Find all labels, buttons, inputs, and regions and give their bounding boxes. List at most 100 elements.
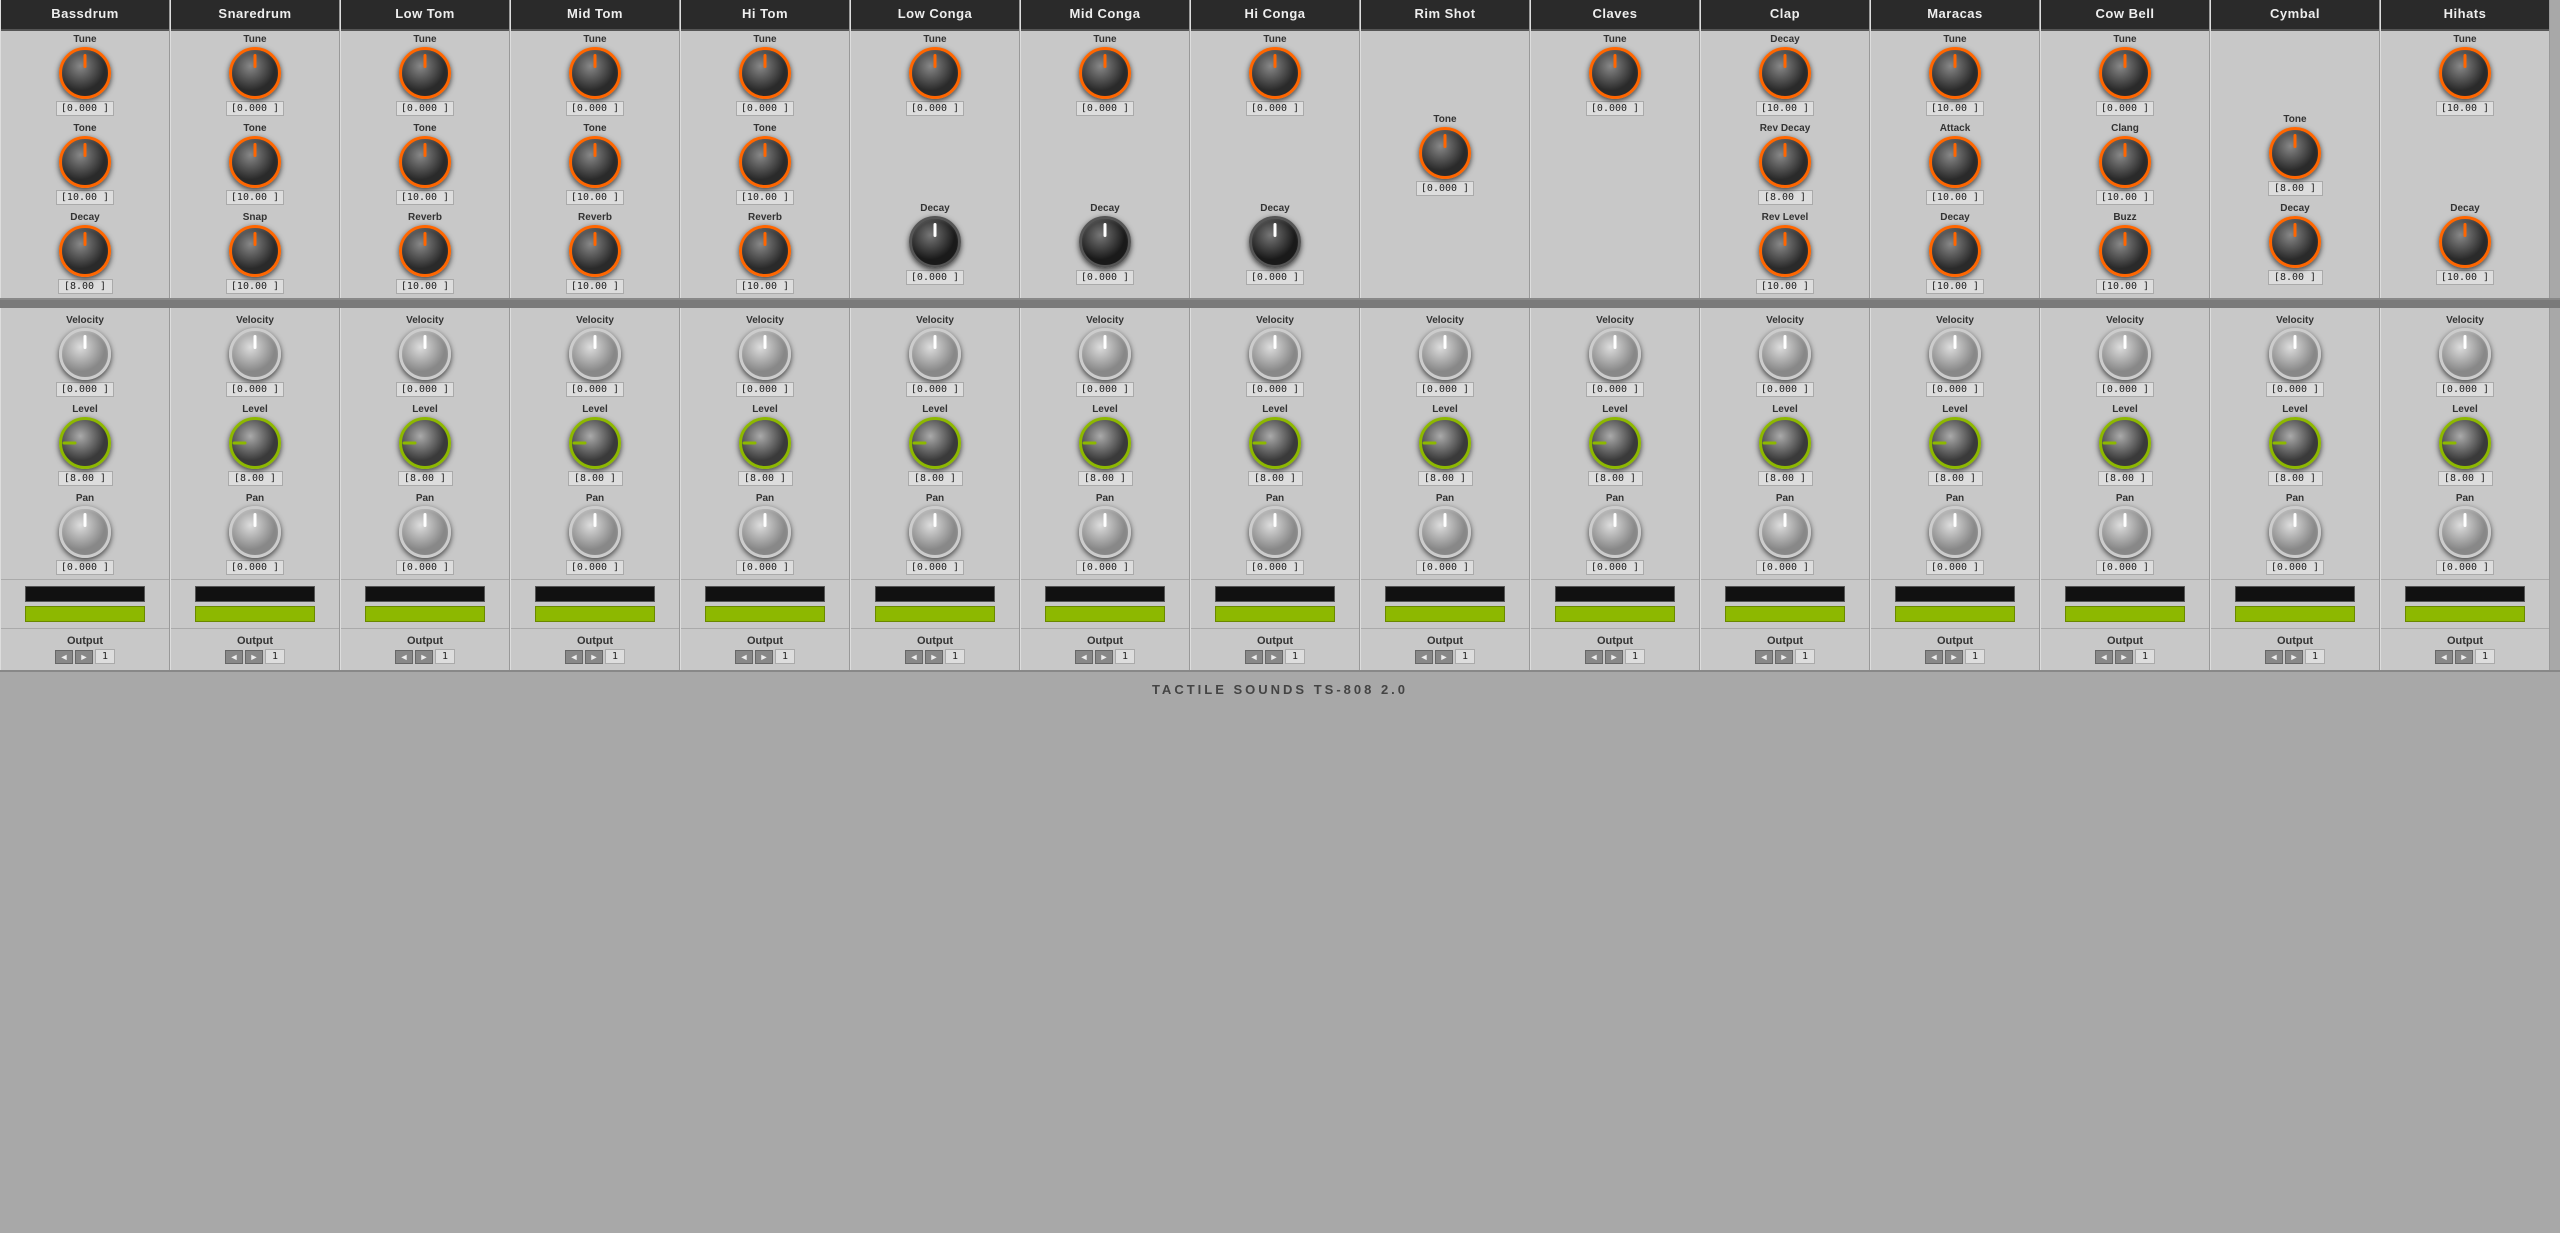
level-knob[interactable] — [229, 417, 281, 469]
output-prev-button[interactable]: ◄ — [735, 650, 753, 664]
velocity-knob[interactable] — [1589, 328, 1641, 380]
output-prev-button[interactable]: ◄ — [1585, 650, 1603, 664]
knob-tune[interactable] — [2439, 47, 2491, 99]
output-next-button[interactable]: ► — [1265, 650, 1283, 664]
output-next-button[interactable]: ► — [1095, 650, 1113, 664]
velocity-knob[interactable] — [2269, 328, 2321, 380]
knob-tune[interactable] — [229, 47, 281, 99]
velocity-knob[interactable] — [2099, 328, 2151, 380]
output-next-button[interactable]: ► — [585, 650, 603, 664]
knob-buzz[interactable] — [2099, 225, 2151, 277]
velocity-knob[interactable] — [1929, 328, 1981, 380]
velocity-knob[interactable] — [1249, 328, 1301, 380]
output-prev-button[interactable]: ◄ — [1755, 650, 1773, 664]
velocity-knob[interactable] — [739, 328, 791, 380]
knob-decay[interactable] — [1929, 225, 1981, 277]
knob-reverb[interactable] — [399, 225, 451, 277]
pan-knob[interactable] — [739, 506, 791, 558]
velocity-knob[interactable] — [1759, 328, 1811, 380]
output-next-button[interactable]: ► — [245, 650, 263, 664]
output-prev-button[interactable]: ◄ — [1075, 650, 1093, 664]
level-knob[interactable] — [399, 417, 451, 469]
pan-knob[interactable] — [1589, 506, 1641, 558]
pan-knob[interactable] — [2269, 506, 2321, 558]
output-prev-button[interactable]: ◄ — [1925, 650, 1943, 664]
level-knob[interactable] — [2439, 417, 2491, 469]
output-prev-button[interactable]: ◄ — [2435, 650, 2453, 664]
knob-tone[interactable] — [399, 136, 451, 188]
knob-tune[interactable] — [1929, 47, 1981, 99]
pan-knob[interactable] — [1079, 506, 1131, 558]
output-prev-button[interactable]: ◄ — [225, 650, 243, 664]
output-next-button[interactable]: ► — [415, 650, 433, 664]
level-knob[interactable] — [1079, 417, 1131, 469]
knob-tune[interactable] — [909, 47, 961, 99]
velocity-knob[interactable] — [909, 328, 961, 380]
velocity-knob[interactable] — [59, 328, 111, 380]
knob-decay[interactable] — [2439, 216, 2491, 268]
knob-attack[interactable] — [1929, 136, 1981, 188]
output-next-button[interactable]: ► — [925, 650, 943, 664]
output-prev-button[interactable]: ◄ — [565, 650, 583, 664]
velocity-knob[interactable] — [2439, 328, 2491, 380]
output-prev-button[interactable]: ◄ — [1245, 650, 1263, 664]
pan-knob[interactable] — [1759, 506, 1811, 558]
output-next-button[interactable]: ► — [2285, 650, 2303, 664]
knob-tone[interactable] — [569, 136, 621, 188]
velocity-knob[interactable] — [1419, 328, 1471, 380]
output-prev-button[interactable]: ◄ — [2095, 650, 2113, 664]
knob-decay[interactable] — [1759, 47, 1811, 99]
pan-knob[interactable] — [2439, 506, 2491, 558]
output-prev-button[interactable]: ◄ — [1415, 650, 1433, 664]
output-next-button[interactable]: ► — [1605, 650, 1623, 664]
level-knob[interactable] — [2099, 417, 2151, 469]
knob-tone[interactable] — [229, 136, 281, 188]
knob-tone[interactable] — [2269, 127, 2321, 179]
knob-tone[interactable] — [1419, 127, 1471, 179]
knob-tune[interactable] — [2099, 47, 2151, 99]
knob-decay[interactable] — [59, 225, 111, 277]
output-next-button[interactable]: ► — [2455, 650, 2473, 664]
level-knob[interactable] — [1759, 417, 1811, 469]
level-knob[interactable] — [2269, 417, 2321, 469]
velocity-knob[interactable] — [399, 328, 451, 380]
knob-tune[interactable] — [1079, 47, 1131, 99]
pan-knob[interactable] — [1929, 506, 1981, 558]
knob-tune[interactable] — [399, 47, 451, 99]
output-next-button[interactable]: ► — [75, 650, 93, 664]
knob-tune[interactable] — [1249, 47, 1301, 99]
velocity-knob[interactable] — [229, 328, 281, 380]
output-prev-button[interactable]: ◄ — [2265, 650, 2283, 664]
knob-tone[interactable] — [739, 136, 791, 188]
pan-knob[interactable] — [1419, 506, 1471, 558]
knob-tune[interactable] — [569, 47, 621, 99]
velocity-knob[interactable] — [569, 328, 621, 380]
level-knob[interactable] — [1589, 417, 1641, 469]
knob-decay[interactable] — [909, 216, 961, 268]
knob-decay[interactable] — [1079, 216, 1131, 268]
level-knob[interactable] — [739, 417, 791, 469]
output-next-button[interactable]: ► — [1435, 650, 1453, 664]
knob-rev-decay[interactable] — [1759, 136, 1811, 188]
pan-knob[interactable] — [2099, 506, 2151, 558]
knob-clang[interactable] — [2099, 136, 2151, 188]
level-knob[interactable] — [909, 417, 961, 469]
output-next-button[interactable]: ► — [1775, 650, 1793, 664]
knob-tune[interactable] — [739, 47, 791, 99]
level-knob[interactable] — [569, 417, 621, 469]
pan-knob[interactable] — [1249, 506, 1301, 558]
knob-reverb[interactable] — [569, 225, 621, 277]
knob-tune[interactable] — [1589, 47, 1641, 99]
output-next-button[interactable]: ► — [755, 650, 773, 664]
level-knob[interactable] — [1929, 417, 1981, 469]
knob-decay[interactable] — [1249, 216, 1301, 268]
output-next-button[interactable]: ► — [1945, 650, 1963, 664]
knob-snap[interactable] — [229, 225, 281, 277]
pan-knob[interactable] — [399, 506, 451, 558]
knob-rev-level[interactable] — [1759, 225, 1811, 277]
knob-reverb[interactable] — [739, 225, 791, 277]
pan-knob[interactable] — [909, 506, 961, 558]
pan-knob[interactable] — [569, 506, 621, 558]
level-knob[interactable] — [59, 417, 111, 469]
pan-knob[interactable] — [59, 506, 111, 558]
